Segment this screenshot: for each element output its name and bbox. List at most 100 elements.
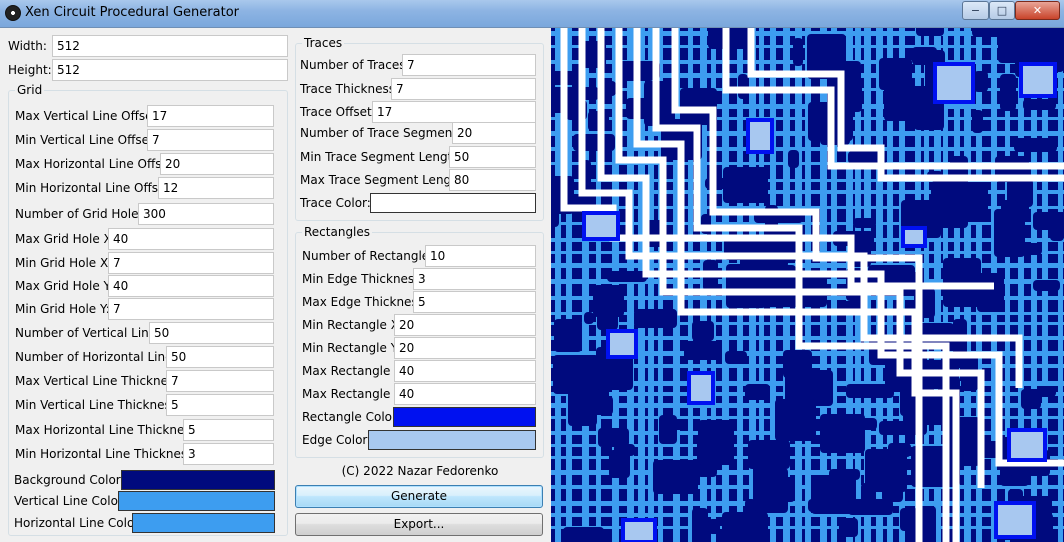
grid-field-label: Max Horizontal Line Offset: (15, 157, 178, 171)
rectangle-color-swatch[interactable] (393, 407, 536, 427)
grid-color-swatch[interactable] (121, 470, 275, 490)
generate-button[interactable]: Generate (295, 485, 543, 508)
grid-field-label: Min Horizontal Line Thickness: (15, 447, 198, 461)
grid-field-label: Number of Vertical Lines: (15, 326, 167, 340)
preview-grid-hole (698, 420, 734, 465)
grid-field-input[interactable]: 40 (108, 228, 274, 250)
grid-field-input[interactable]: 7 (108, 298, 274, 320)
preview-grid-hole (882, 456, 903, 502)
preview-grid-hole (1023, 99, 1056, 110)
rectangle-field-input[interactable]: 40 (394, 383, 536, 405)
grid-field-input[interactable]: 3 (183, 443, 274, 465)
preview-horizontal-line (551, 322, 1064, 325)
export-button[interactable]: Export... (295, 513, 543, 536)
minimize-button[interactable]: − (962, 1, 989, 20)
preview-grid-hole (879, 58, 912, 90)
grid-field-input[interactable]: 12 (158, 177, 274, 199)
grid-field-label: Min Vertical Line Offset: (15, 133, 158, 147)
preview-grid-hole (708, 28, 752, 49)
preview-grid-hole (748, 440, 790, 469)
rectangle-field-input[interactable]: 3 (413, 268, 536, 290)
rectangle-field-label: Max Rectangle Y: (302, 387, 404, 401)
preview-grid-hole (788, 150, 799, 168)
trace-field-input[interactable]: 50 (449, 146, 536, 168)
grid-field-label: Max Horizontal Line Thickness: (15, 423, 201, 437)
rectangle-field-input[interactable]: 40 (394, 360, 536, 382)
grid-field-input[interactable]: 40 (108, 275, 274, 297)
preview-grid-hole (607, 271, 647, 282)
preview-rectangle (606, 329, 638, 359)
grid-field-label: Number of Grid Holes: (15, 207, 149, 221)
grid-field-input[interactable]: 7 (147, 129, 274, 151)
trace-field-label: Number of Trace Segments: (300, 126, 468, 140)
grid-field-input[interactable]: 5 (166, 394, 274, 416)
preview-grid-hole (653, 460, 698, 494)
trace-color-swatch[interactable] (370, 193, 536, 213)
trace-field-label: Min Trace Segment Length: (300, 150, 465, 164)
trace-field-input[interactable]: 17 (372, 101, 536, 123)
circuit-preview-svg (551, 28, 1064, 542)
grid-field-input[interactable]: 7 (108, 252, 274, 274)
rectangle-field-input[interactable]: 10 (425, 245, 536, 267)
rectangles-legend: Rectangles (302, 225, 373, 239)
trace-field-input[interactable]: 80 (449, 169, 536, 191)
close-button[interactable]: ✕ (1015, 1, 1060, 20)
trace-field-input[interactable]: 7 (391, 78, 536, 100)
trace-field-label: Trace Thickness: (300, 82, 399, 96)
grid-field-label: Min Horizontal Line Offset: (15, 181, 175, 195)
preview-grid-hole (840, 418, 877, 430)
grid-field-input[interactable]: 20 (160, 153, 274, 175)
preview-grid-hole (911, 207, 952, 228)
trace-field-input[interactable]: 7 (402, 54, 536, 76)
trace-field-label: Trace Offset: (300, 105, 376, 119)
preview-grid-hole (1014, 138, 1057, 152)
preview-grid-hole (723, 167, 768, 203)
edge-color-label: Edge Color: (302, 433, 372, 447)
grid-color-label: Horizontal Line Color: (14, 516, 144, 530)
preview-grid-hole (634, 309, 677, 328)
grid-field-label: Max Vertical Line Thickness: (15, 374, 185, 388)
rectangle-field-label: Min Edge Thickness: (302, 272, 425, 286)
preview-grid-hole (554, 319, 582, 352)
preview-grid-hole (563, 527, 604, 542)
height-input[interactable]: 512 (52, 59, 288, 81)
grid-field-label: Max Grid Hole X: (15, 232, 116, 246)
preview-grid-hole (603, 81, 616, 96)
rectangle-field-label: Max Edge Thickness: (302, 295, 428, 309)
grid-legend: Grid (15, 83, 45, 97)
preview-grid-hole (998, 28, 1035, 63)
grid-field-input[interactable]: 7 (166, 370, 274, 392)
edge-color-swatch[interactable] (368, 430, 536, 450)
rectangle-field-label: Min Rectangle X: (302, 318, 403, 332)
grid-color-label: Background Color: (14, 473, 125, 487)
preview-grid-hole (977, 273, 1004, 312)
rectangle-field-input[interactable]: 20 (394, 337, 536, 359)
preview-grid-hole (775, 399, 816, 441)
preview-grid-hole (974, 71, 988, 92)
rectangle-field-input[interactable]: 5 (413, 291, 536, 313)
grid-field-label: Min Grid Hole Y: (15, 302, 110, 316)
preview-horizontal-line (551, 263, 1064, 268)
preview-grid-hole (684, 341, 722, 360)
rectangle-field-input[interactable]: 20 (394, 314, 536, 336)
width-input[interactable]: 512 (52, 35, 288, 57)
grid-field-input[interactable]: 5 (183, 419, 274, 441)
maximize-button[interactable]: □ (989, 1, 1015, 20)
grid-color-swatch[interactable] (132, 513, 275, 533)
grid-color-swatch[interactable] (118, 491, 275, 511)
preview-grid-hole (692, 321, 714, 341)
grid-field-input[interactable]: 50 (166, 346, 274, 368)
app-icon (5, 5, 21, 21)
preview-rectangle (1007, 428, 1047, 462)
preview-grid-hole (945, 417, 980, 466)
grid-field-input[interactable]: 17 (147, 105, 274, 127)
preview-grid-hole (783, 350, 812, 378)
preview-grid-hole (1000, 74, 1016, 111)
grid-field-input[interactable]: 300 (138, 203, 274, 225)
preview-grid-hole (576, 396, 613, 415)
preview-grid-hole (820, 108, 850, 145)
grid-field-input[interactable]: 50 (149, 322, 274, 344)
trace-field-label: Max Trace Segment Length: (300, 173, 468, 187)
trace-field-input[interactable]: 20 (452, 122, 536, 144)
rectangle-color-label: Rectangle Color: (302, 410, 401, 424)
